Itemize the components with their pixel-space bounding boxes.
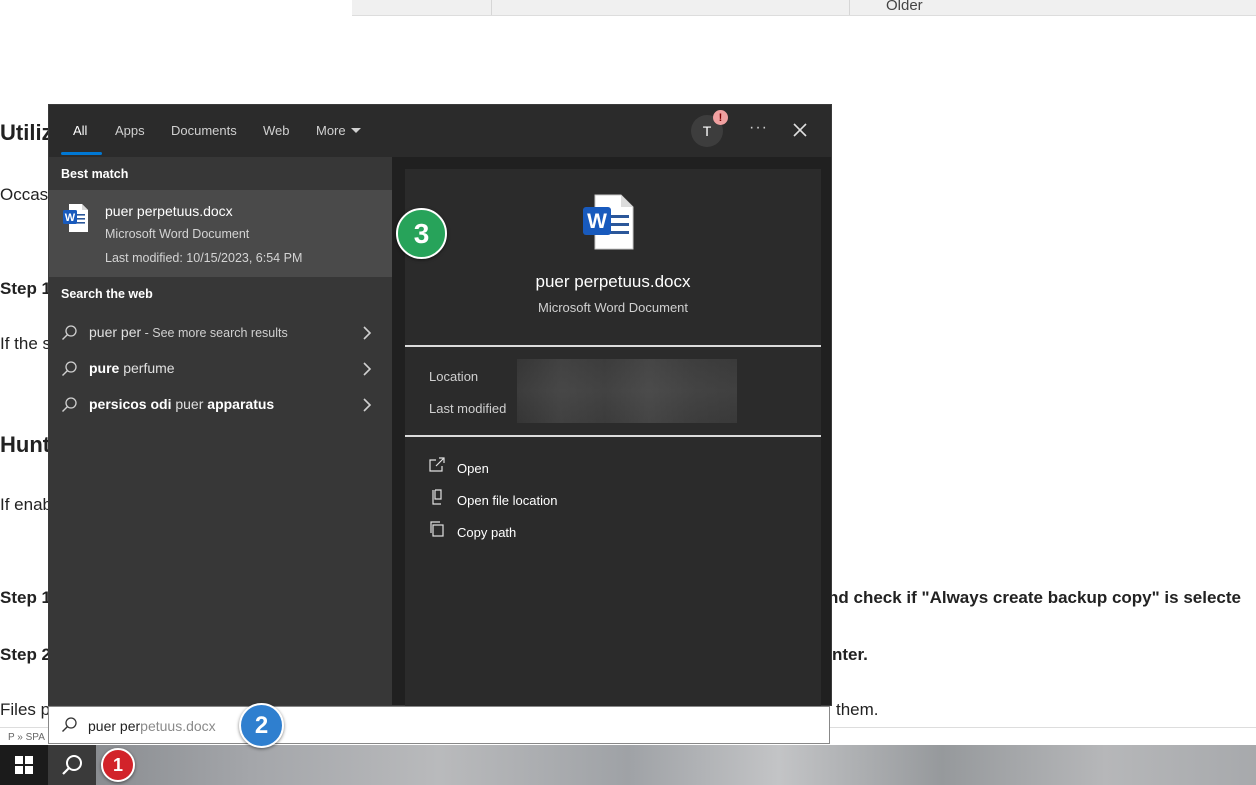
see-more-text: - See more search results [141, 326, 288, 340]
taskbar-search-button[interactable] [48, 745, 96, 785]
web-result-item[interactable]: pure perfume [49, 353, 392, 385]
tab-documents[interactable]: Documents [171, 123, 237, 138]
title-rest-part: petuus.docx [157, 203, 233, 219]
svg-text:W: W [65, 212, 76, 224]
document-paragraph: Occas [0, 185, 49, 204]
more-options-button[interactable]: ··· [749, 119, 768, 137]
start-button[interactable] [0, 745, 48, 785]
table-column-older: Older [886, 0, 923, 14]
step-callout-1: 1 [101, 748, 135, 782]
file-location-icon [432, 489, 442, 505]
redacted-value [517, 359, 737, 423]
search-icon [62, 397, 77, 412]
best-match-title: puer perpetuus.docx [105, 203, 233, 219]
web-result-text: persicos odi puer apparatus [89, 396, 274, 412]
results-pane: Best match W puer perpetuus.docx Microso… [49, 157, 392, 705]
chevron-right-icon [363, 398, 372, 412]
web-result-item[interactable]: persicos odi puer apparatus [49, 389, 392, 421]
best-match-item[interactable]: W puer perpetuus.docx Microsoft Word Doc… [49, 190, 392, 277]
step-callout-3: 3 [396, 208, 447, 259]
document-heading: Utiliz [0, 120, 53, 145]
last-modified-label: Last modified [429, 401, 507, 416]
table-separator [849, 0, 850, 15]
open-label: Open [457, 461, 489, 476]
preview-title: puer perpetuus.docx [535, 272, 691, 291]
open-action[interactable]: Open [429, 457, 629, 481]
preview-type: Microsoft Word Document [537, 300, 689, 315]
copy-path-action[interactable]: Copy path [429, 521, 629, 545]
search-web-label: Search the web [61, 287, 153, 301]
autocomplete-text: petuus.docx [140, 718, 216, 734]
open-icon [429, 457, 445, 472]
step-callout-2: 2 [239, 703, 284, 748]
tab-web[interactable]: Web [263, 123, 290, 138]
typed-text: puer per [88, 718, 141, 734]
tab-apps[interactable]: Apps [115, 123, 145, 138]
search-icon [62, 755, 82, 775]
location-label: Location [429, 369, 479, 384]
suggestion-rest: perfume [119, 360, 175, 376]
chevron-right-icon [363, 362, 372, 376]
best-match-label: Best match [61, 167, 129, 181]
search-query: puer perpetuus.docx [88, 718, 216, 734]
document-step-text: nd check if "Always create backup copy" … [828, 588, 1241, 607]
open-file-location-label: Open file location [457, 493, 558, 508]
open-file-location-action[interactable]: Open file location [429, 489, 629, 513]
search-icon [62, 325, 77, 340]
web-result-text: puer per - See more search results [89, 324, 288, 340]
table-separator [491, 0, 492, 15]
windows-icon [15, 756, 33, 774]
document-paragraph-text: them. [836, 700, 879, 719]
copy-path-label: Copy path [457, 525, 517, 540]
tab-all[interactable]: All [73, 123, 87, 138]
search-flyout: All Apps Documents Web More T ! ··· Best… [48, 104, 832, 707]
document-step: Step 1 [0, 279, 52, 298]
alert-badge: ! [713, 110, 728, 125]
search-icon [62, 361, 77, 376]
suggestion-bold: apparatus [207, 396, 275, 412]
chevron-down-icon [350, 128, 361, 133]
search-tabs-bar: All Apps Documents Web More T ! ··· [49, 105, 831, 157]
word-document-icon: W [63, 204, 88, 232]
search-input[interactable]: puer perpetuus.docx [48, 706, 830, 744]
tab-more-label: More [316, 123, 346, 138]
tab-more[interactable]: More [316, 123, 361, 138]
svg-text:W: W [587, 210, 607, 233]
word-document-icon: W [583, 194, 634, 250]
search-icon [62, 717, 77, 732]
web-result-text: pure perfume [89, 360, 175, 376]
chevron-right-icon [363, 326, 372, 340]
close-icon[interactable] [791, 121, 809, 139]
document-step-text: nter. [832, 645, 868, 664]
suggestion-bold: persicos odi [89, 396, 172, 412]
divider [405, 435, 821, 437]
suggestion-rest: puer [171, 396, 208, 412]
preview-pane: W puer perpetuus.docx Microsoft Word Doc… [405, 169, 821, 707]
best-match-modified: Last modified: 10/15/2023, 6:54 PM [105, 251, 303, 265]
query-text: puer per [89, 324, 142, 340]
suggestion-bold: pure [89, 360, 120, 376]
document-paragraph: If enab [0, 495, 52, 514]
document-paragraph: Files p [0, 700, 51, 719]
document-table-header [352, 0, 1256, 16]
divider [405, 345, 821, 347]
title-match-part: puer per [105, 203, 158, 219]
active-tab-indicator [61, 152, 102, 155]
breadcrumb: P » SPA [8, 732, 45, 743]
document-heading: Hunt [0, 432, 51, 457]
document-step: Step 2 [0, 645, 52, 664]
copy-icon [430, 521, 444, 537]
document-step: Step 1 [0, 588, 52, 607]
web-result-item[interactable]: puer per - See more search results [49, 317, 392, 349]
document-paragraph: If the s [0, 334, 52, 353]
taskbar [0, 745, 1256, 785]
best-match-type: Microsoft Word Document [105, 227, 250, 241]
